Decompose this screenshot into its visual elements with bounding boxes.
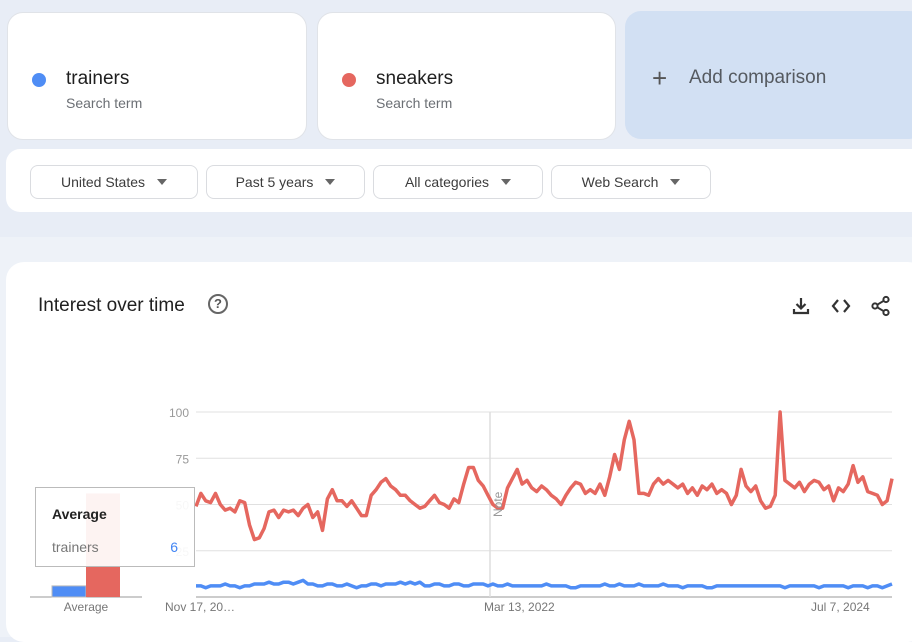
x-tick-label: Nov 17, 20… [165, 600, 235, 614]
average-bar-trainers [51, 585, 87, 598]
series-line-trainers [196, 578, 893, 590]
series-line-sneakers [194, 410, 894, 542]
tooltip-value: 6 [170, 539, 178, 555]
average-label: Average [64, 600, 109, 614]
x-tick-label: Jul 7, 2024 [811, 600, 870, 614]
x-tick-label: Mar 13, 2022 [484, 600, 555, 614]
tooltip-title: Average [52, 506, 107, 522]
y-tick-label: 75 [176, 452, 190, 466]
y-tick-label: 100 [169, 406, 189, 420]
note-marker-label: Note [491, 491, 505, 517]
tooltip-term: trainers [52, 539, 99, 555]
average-tooltip: Average trainers 6 [35, 487, 195, 567]
